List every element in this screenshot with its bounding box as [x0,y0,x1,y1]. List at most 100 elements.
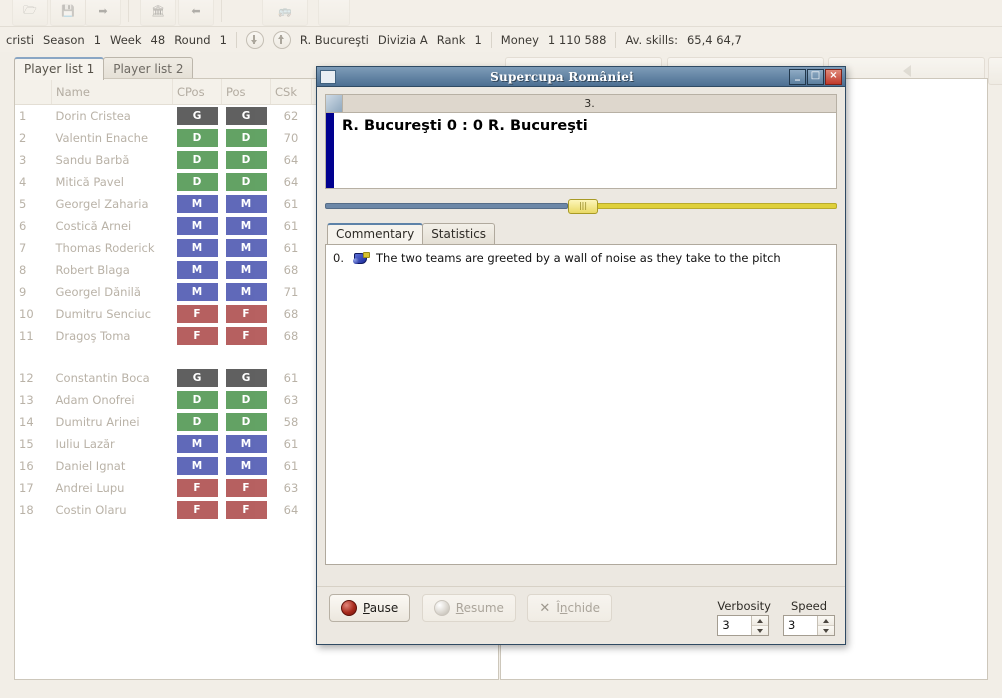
cell-name: Dumitru Senciuc [55,307,152,321]
score-line: R. Bucureşti 0 : 0 R. Bucureşti [342,118,588,134]
pause-button[interactable]: Pause [329,594,411,622]
minimize-button[interactable]: _ [789,68,806,85]
speed-increment[interactable] [818,616,834,626]
verbosity-increment[interactable] [752,616,769,626]
close-icon: × [829,69,838,81]
tab-statistics[interactable]: Statistics [422,223,496,244]
close-window-button[interactable]: × [825,68,842,85]
cell-csk: 58 [283,415,299,429]
cell-cpos: G [173,105,222,128]
commentary-text: The two teams are greeted by a wall of n… [376,251,781,265]
window-menu-icon[interactable] [320,69,336,84]
col-index[interactable] [15,79,52,105]
status-divider-3 [615,31,617,48]
cell-index: 16 [19,459,34,473]
toolbar-back-button[interactable]: ⬅ [178,0,214,26]
cell-cpos: M [173,237,222,259]
verbosity-value[interactable]: 3 [718,616,751,635]
slider-knob[interactable]: ||| [568,199,598,214]
speed-arrows[interactable] [817,616,834,635]
cell-cpos: G [173,367,222,389]
cell-cpos: M [173,193,222,215]
verbosity-label: Verbosity [717,599,771,613]
toolbar-bus-button[interactable]: 🚌 [262,0,308,26]
position-badge: F [225,501,267,519]
cell-pos: M [222,281,271,303]
cell-csk: 68 [283,263,299,277]
cell-cpos: F [173,303,222,325]
cell-index: 5 [19,197,27,211]
position-badge: G [176,107,218,125]
col-pos[interactable]: Pos [221,79,271,105]
position-badge: D [225,391,267,409]
cell-cpos: M [173,433,222,455]
speed-decrement[interactable] [818,626,834,635]
whistle-icon [351,251,370,265]
tab-commentary[interactable]: Commentary [327,223,424,244]
cell-csk: 70 [283,131,299,145]
close-dialog-button: ✕ Închide [527,594,613,622]
col-csk[interactable]: CSk [270,79,312,105]
cell-csk: 64 [283,153,299,167]
cell-csk: 68 [283,329,299,343]
minute-bar-grip[interactable] [326,95,343,112]
cell-csk: 62 [283,109,299,123]
status-user: cristi [6,32,34,47]
position-badge: D [225,173,267,191]
arrow-down-circle-icon[interactable] [245,30,264,49]
position-badge: M [225,261,267,279]
cell-csk: 63 [283,481,299,495]
cell-csk: 64 [283,503,299,517]
cell-cpos: D [173,127,222,149]
verbosity-control: Verbosity 3 [717,599,771,636]
tab-player-list-2[interactable]: Player list 2 [103,57,194,80]
minimize-icon: _ [795,69,800,81]
cell-csk: 61 [283,459,299,473]
match-dialog: Supercupa României _ □ × 3. R. Bucureşti… [316,66,846,645]
cell-index: 10 [19,307,34,321]
cell-pos: M [222,259,271,281]
match-progress-slider[interactable]: ||| [325,198,837,214]
cell-name: Costin Olaru [55,503,127,517]
speed-control: Speed 3 [783,599,835,636]
toolbar-export-button[interactable]: ➡ [85,0,121,26]
speed-value[interactable]: 3 [784,616,817,635]
verbosity-spinner[interactable]: 3 [717,615,770,636]
position-badge: M [225,195,267,213]
verbosity-decrement[interactable] [752,626,769,635]
match-minute: 3. [584,97,595,110]
cell-pos: F [222,303,271,325]
cell-pos: M [222,433,271,455]
tab-player-list-1[interactable]: Player list 1 [14,57,105,80]
save-icon: 💾 [61,4,75,18]
cell-cpos: F [173,477,222,499]
toolbar-open-button[interactable]: 🗁 [12,0,48,26]
position-badge: M [176,195,218,213]
toolbar-save-button[interactable]: 💾 [50,0,86,26]
toolbar-stadium-button[interactable]: 🏛 [140,0,176,26]
cell-csk: 61 [283,219,299,233]
arrow-up-circle-icon[interactable] [272,30,291,49]
status-money-label: Money [500,32,539,47]
cell-csk: 71 [283,285,299,299]
commentary-entry: 0. The two teams are greeted by a wall o… [332,251,830,265]
col-cpos[interactable]: CPos [172,79,222,105]
settings-spinners: Verbosity 3 Speed 3 [717,599,835,636]
toolbar-extra-button[interactable] [318,0,350,26]
verbosity-arrows[interactable] [751,616,769,635]
cell-cpos: D [173,149,222,171]
dialog-titlebar[interactable]: Supercupa României _ □ × [317,67,845,87]
cell-pos: D [222,389,271,411]
header-button-4[interactable] [988,57,1002,85]
resume-button-label: Resume [455,601,504,615]
position-badge: M [176,217,218,235]
col-name[interactable]: Name [51,79,173,105]
cell-pos: F [222,477,271,499]
slider-track-right [594,203,837,209]
cell-name: Adam Onofrei [55,393,135,407]
position-badge: F [225,305,267,323]
match-minute-bar: 3. [325,94,837,113]
maximize-button[interactable]: □ [807,68,824,85]
position-badge: G [225,369,267,387]
speed-spinner[interactable]: 3 [783,615,835,636]
